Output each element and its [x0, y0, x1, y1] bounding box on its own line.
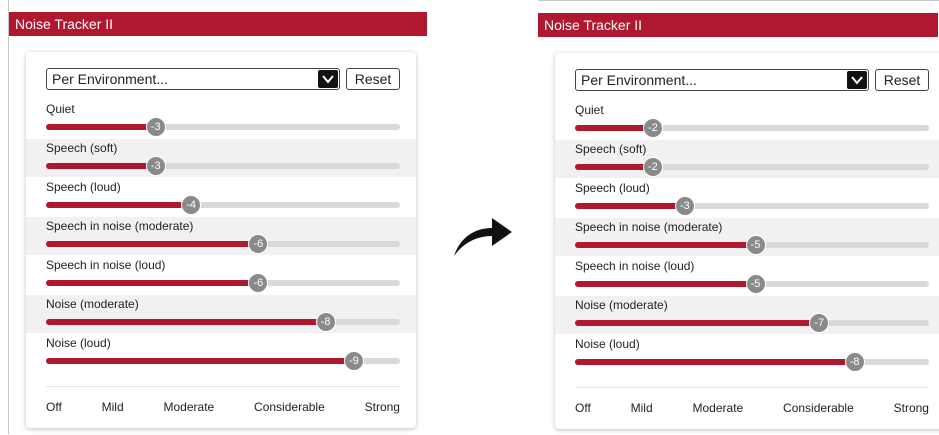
- scale-label-strong: Strong: [893, 401, 929, 415]
- slider-fill: [46, 280, 259, 286]
- scale-label-considerable: Considerable: [254, 400, 325, 414]
- scale-label-mild: Mild: [101, 400, 124, 414]
- slider-label: Noise (loud): [46, 336, 111, 350]
- slider-thumb[interactable]: -8: [844, 352, 865, 372]
- scale-labels: Off Mild Moderate Considerable Strong: [46, 400, 400, 416]
- slider-track[interactable]: -3: [46, 156, 400, 176]
- slider-track[interactable]: -9: [46, 351, 400, 371]
- environment-dropdown[interactable]: Per Environment...: [575, 69, 869, 91]
- slider-thumb[interactable]: -6: [248, 234, 269, 254]
- slider-track[interactable]: -2: [575, 157, 929, 177]
- slider-row: Quiet -3: [26, 100, 416, 138]
- panel-before: Noise Tracker II Per Environment... Rese…: [8, 0, 429, 434]
- scale-label-moderate: Moderate: [163, 400, 215, 414]
- slider-thumb[interactable]: -2: [642, 118, 663, 138]
- slider-fill: [575, 359, 855, 365]
- slider-label: Noise (loud): [575, 337, 640, 351]
- scale-label-strong: Strong: [364, 400, 400, 414]
- slider-label: Speech (soft): [575, 142, 647, 156]
- slider-label: Speech in noise (moderate): [46, 219, 194, 233]
- slider-label: Speech (soft): [46, 141, 118, 155]
- dropdown-value: Per Environment...: [581, 72, 697, 88]
- slider-thumb[interactable]: -3: [145, 156, 166, 176]
- window-title: Noise Tracker II: [538, 13, 938, 37]
- slider-fill: [46, 202, 192, 208]
- slider-row: Speech (loud) -4: [26, 178, 416, 216]
- slider-fill: [46, 241, 259, 247]
- scale-label-off: Off: [575, 401, 591, 415]
- slider-track[interactable]: -4: [46, 195, 400, 215]
- settings-card: Per Environment... Reset Quiet -3 Speech (…: [26, 52, 416, 428]
- slider-row: Speech (loud) -3: [555, 179, 939, 217]
- slider-fill: [46, 358, 354, 364]
- reset-button[interactable]: Reset: [346, 68, 400, 90]
- slider-thumb[interactable]: -6: [248, 273, 269, 293]
- slider-track[interactable]: -7: [575, 313, 929, 333]
- slider-track[interactable]: -2: [575, 118, 929, 138]
- slider-fill: [46, 163, 156, 169]
- slider-row: Noise (moderate) -8: [26, 295, 416, 333]
- slider-label: Speech (loud): [46, 180, 121, 194]
- slider-thumb[interactable]: -7: [809, 313, 830, 333]
- slider-thumb[interactable]: -5: [745, 235, 766, 255]
- slider-label: Noise (moderate): [575, 298, 668, 312]
- slider-row: Speech in noise (loud) -6: [26, 256, 416, 294]
- slider-track[interactable]: -5: [575, 274, 929, 294]
- slider-row: Noise (loud) -8: [555, 335, 939, 373]
- slider-track[interactable]: -8: [575, 352, 929, 372]
- chevron-down-icon[interactable]: [847, 71, 867, 89]
- slider-thumb[interactable]: -3: [145, 117, 166, 137]
- slider-row: Speech in noise (moderate) -6: [26, 217, 416, 255]
- slider-fill: [575, 281, 756, 287]
- divider: [575, 387, 929, 388]
- slider-label: Quiet: [575, 103, 604, 117]
- environment-dropdown[interactable]: Per Environment...: [46, 68, 340, 90]
- divider: [46, 386, 400, 387]
- slider-row: Speech (soft) -3: [26, 139, 416, 177]
- slider-row: Noise (moderate) -7: [555, 296, 939, 334]
- slider-thumb[interactable]: -4: [181, 195, 202, 215]
- settings-card: Per Environment... Reset Quiet -2 Speech (…: [555, 53, 939, 429]
- slider-fill: [575, 125, 653, 131]
- scale-label-off: Off: [46, 400, 62, 414]
- slider-label: Noise (moderate): [46, 297, 139, 311]
- slider-label: Speech in noise (moderate): [575, 220, 723, 234]
- slider-row: Noise (loud) -9: [26, 334, 416, 372]
- slider-track[interactable]: -3: [575, 196, 929, 216]
- slider-track[interactable]: -5: [575, 235, 929, 255]
- slider-thumb[interactable]: -2: [642, 157, 663, 177]
- slider-row: Quiet -2: [555, 101, 939, 139]
- slider-track[interactable]: -6: [46, 234, 400, 254]
- slider-fill: [46, 124, 156, 130]
- scale-label-considerable: Considerable: [783, 401, 854, 415]
- slider-fill: [575, 242, 756, 248]
- slider-track[interactable]: -8: [46, 312, 400, 332]
- slider-fill: [575, 320, 820, 326]
- slider-row: Speech (soft) -2: [555, 140, 939, 178]
- slider-thumb[interactable]: -8: [315, 312, 336, 332]
- slider-thumb[interactable]: -3: [674, 196, 695, 216]
- curved-arrow-right-icon: [454, 218, 512, 256]
- slider-label: Speech in noise (loud): [575, 259, 695, 273]
- slider-fill: [575, 164, 653, 170]
- slider-thumb[interactable]: -5: [745, 274, 766, 294]
- scale-label-moderate: Moderate: [692, 401, 744, 415]
- chevron-down-icon[interactable]: [318, 70, 338, 88]
- slider-fill: [46, 319, 326, 325]
- scale-label-mild: Mild: [630, 401, 653, 415]
- panel-after: Noise Tracker II Per Environment... Rese…: [538, 0, 939, 435]
- slider-thumb[interactable]: -9: [343, 351, 364, 371]
- slider-track[interactable]: -3: [46, 117, 400, 137]
- reset-button[interactable]: Reset: [875, 69, 929, 91]
- slider-label: Speech in noise (loud): [46, 258, 166, 272]
- scale-labels: Off Mild Moderate Considerable Strong: [575, 401, 929, 417]
- dropdown-value: Per Environment...: [52, 71, 168, 87]
- slider-row: Speech in noise (loud) -5: [555, 257, 939, 295]
- slider-label: Quiet: [46, 102, 75, 116]
- window-title: Noise Tracker II: [9, 12, 427, 36]
- slider-label: Speech (loud): [575, 181, 650, 195]
- slider-fill: [575, 203, 685, 209]
- slider-track[interactable]: -6: [46, 273, 400, 293]
- slider-row: Speech in noise (moderate) -5: [555, 218, 939, 256]
